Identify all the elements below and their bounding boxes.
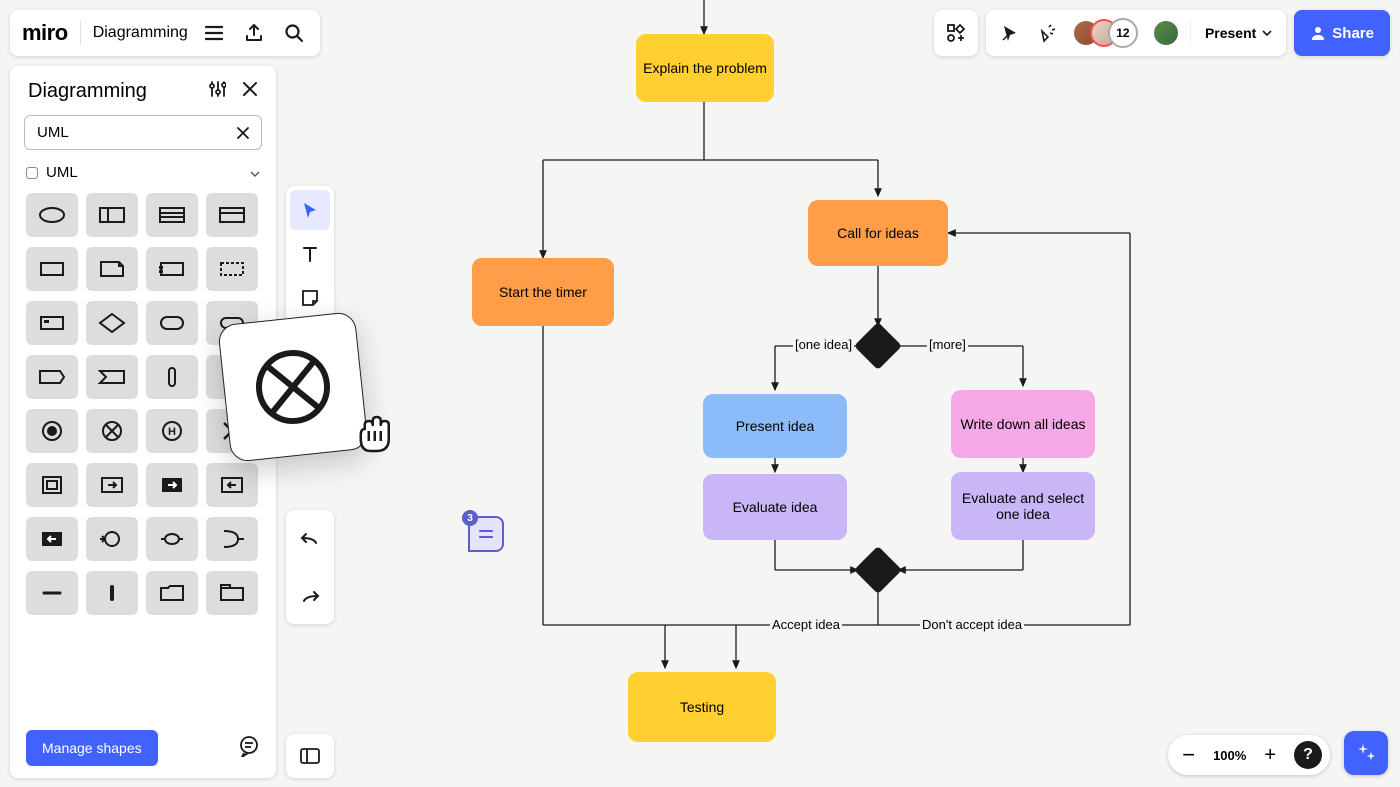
reactions-icon[interactable]: [1034, 19, 1062, 47]
miro-logo[interactable]: miro: [22, 20, 68, 46]
search-value: UML: [37, 124, 69, 141]
undo-button[interactable]: [290, 518, 330, 558]
shape-package[interactable]: [206, 571, 258, 615]
board-name[interactable]: Diagramming: [93, 24, 188, 42]
shape-signal-receive[interactable]: [86, 355, 138, 399]
text-tool[interactable]: [290, 234, 330, 274]
shape-square-arrow-fill[interactable]: [146, 463, 198, 507]
undo-redo-toolbar: [286, 510, 334, 624]
hamburger-menu-icon[interactable]: [200, 19, 228, 47]
shape-decision-small[interactable]: [86, 301, 138, 345]
shape-dashed-rect[interactable]: [206, 247, 258, 291]
category-label: UML: [46, 164, 78, 181]
dragged-shape-preview[interactable]: [217, 311, 369, 463]
shape-receive-signal[interactable]: [206, 517, 258, 561]
ai-assist-button[interactable]: [1344, 731, 1388, 775]
collapse-panel-button[interactable]: [286, 734, 334, 778]
node-evaluate-idea[interactable]: Evaluate idea: [703, 474, 847, 540]
node-write-down-ideas[interactable]: Write down all ideas: [951, 390, 1095, 458]
grab-cursor-icon: [351, 411, 395, 465]
shape-square[interactable]: [26, 463, 78, 507]
top-right-controls: 12 Present Share: [934, 10, 1390, 56]
node-evaluate-select[interactable]: Evaluate and select one idea: [951, 472, 1095, 540]
redo-button[interactable]: [290, 576, 330, 616]
share-label: Share: [1332, 25, 1374, 42]
shape-minus[interactable]: [26, 571, 78, 615]
shape-square-fill-arrow[interactable]: [26, 517, 78, 561]
shape-ellipse[interactable]: [26, 193, 78, 237]
shape-rounded[interactable]: [146, 301, 198, 345]
shape-note[interactable]: [86, 247, 138, 291]
chevron-down-icon: [1262, 30, 1272, 36]
feedback-icon[interactable]: [238, 735, 260, 762]
export-icon[interactable]: [240, 19, 268, 47]
node-start-timer[interactable]: Start the timer: [472, 258, 614, 326]
shape-container[interactable]: [146, 247, 198, 291]
select-tool[interactable]: [290, 190, 330, 230]
label-dont-accept: Don't accept idea: [920, 617, 1024, 632]
shape-component[interactable]: [146, 193, 198, 237]
shape-action[interactable]: [26, 301, 78, 345]
divider: [80, 21, 81, 45]
search-input[interactable]: UML: [24, 115, 262, 150]
search-icon[interactable]: [280, 19, 308, 47]
node-explain-problem[interactable]: Explain the problem: [636, 34, 774, 102]
top-left-toolbar: miro Diagramming: [10, 10, 320, 56]
shape-signal-send[interactable]: [26, 355, 78, 399]
shape-folder[interactable]: [146, 571, 198, 615]
close-icon[interactable]: [242, 81, 258, 102]
shape-square-arrow-out[interactable]: [86, 463, 138, 507]
clear-search-icon[interactable]: [237, 127, 249, 139]
comment-bubble[interactable]: 3: [468, 516, 504, 552]
node-testing[interactable]: Testing: [628, 672, 776, 742]
node-present-idea[interactable]: Present idea: [703, 394, 847, 458]
shape-circle-dot[interactable]: [26, 409, 78, 453]
zoom-out-button[interactable]: −: [1176, 742, 1201, 768]
shape-oval-h[interactable]: [146, 517, 198, 561]
shape-connector[interactable]: [86, 517, 138, 561]
sticky-note-tool[interactable]: [290, 278, 330, 318]
zoom-in-button[interactable]: +: [1258, 744, 1282, 767]
shape-bar-v[interactable]: [146, 355, 198, 399]
zoom-level[interactable]: 100%: [1213, 748, 1246, 763]
shape-rect[interactable]: [26, 247, 78, 291]
shape-bar-short[interactable]: [86, 571, 138, 615]
node-call-for-ideas[interactable]: Call for ideas: [808, 200, 948, 266]
settings-icon[interactable]: [208, 80, 226, 103]
category-uml[interactable]: UML: [10, 160, 276, 189]
help-button[interactable]: ?: [1294, 741, 1322, 769]
label-more: [more]: [927, 337, 968, 352]
shape-circle-h[interactable]: H: [146, 409, 198, 453]
chevron-down-icon: [250, 164, 260, 181]
comment-count-badge: 3: [462, 510, 478, 526]
share-button[interactable]: Share: [1294, 10, 1390, 56]
shape-square-arrow-in[interactable]: [206, 463, 258, 507]
person-icon: [1310, 25, 1326, 41]
divider: [1190, 21, 1191, 45]
shape-circle-x[interactable]: [86, 409, 138, 453]
pointer-icon[interactable]: [996, 19, 1024, 47]
label-accept: Accept idea: [770, 617, 842, 632]
present-label: Present: [1205, 25, 1256, 41]
shape-class[interactable]: [206, 193, 258, 237]
avatar-me[interactable]: [1152, 19, 1180, 47]
panel-title: Diagramming: [28, 80, 147, 103]
label-one-idea: [one idea]: [793, 337, 854, 352]
svg-text:H: H: [168, 426, 176, 438]
collab-toolbar: 12 Present: [986, 10, 1286, 56]
zoom-controls: − 100% + ?: [1168, 735, 1330, 775]
decision-diamond-2[interactable]: [854, 546, 902, 594]
checkbox-icon: [26, 167, 38, 179]
avatar-count[interactable]: 12: [1108, 18, 1138, 48]
manage-shapes-button[interactable]: Manage shapes: [26, 730, 158, 766]
present-button[interactable]: Present: [1201, 25, 1276, 41]
shape-interface[interactable]: [86, 193, 138, 237]
decision-diamond-1[interactable]: [854, 322, 902, 370]
apps-button[interactable]: [934, 10, 978, 56]
